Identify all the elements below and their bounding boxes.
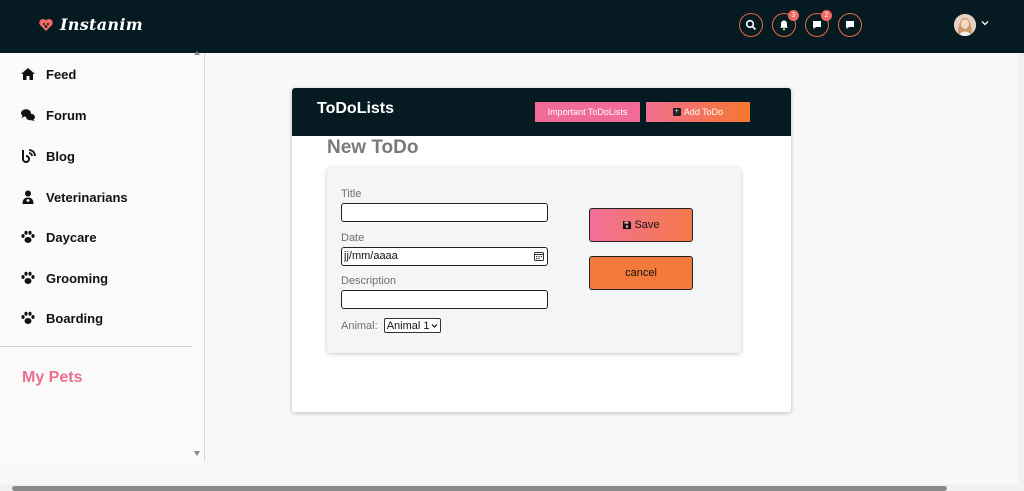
sidebar-item-daycare[interactable]: Daycare [20,227,97,247]
description-label: Description [341,275,397,287]
description-input[interactable] [341,290,548,309]
cancel-button[interactable]: cancel [589,256,693,290]
sidebar-item-veterinarians[interactable]: Veterinarians [20,187,128,207]
cancel-label: cancel [625,267,657,279]
sidebar-item-grooming[interactable]: Grooming [20,268,108,288]
chat-icon [813,21,821,29]
important-todolists-button[interactable]: Important ToDoLists [535,102,640,122]
floppy-disk-icon [623,221,632,229]
sidebar-item-label: Blog [46,148,75,164]
save-button[interactable]: Save [589,208,693,242]
date-input[interactable]: jj/mm/aaaa [341,247,548,266]
comments-icon [21,109,35,122]
save-label: Save [634,219,660,231]
search-button[interactable] [739,13,763,37]
paw-icon [21,311,35,324]
card-header: ToDoLists Important ToDoLists + Add ToDo [292,88,791,136]
todo-form: Title Date jj/mm/aaaa Description Animal… [327,167,741,353]
chevron-down-icon[interactable] [980,18,990,28]
paw-icon [21,271,35,284]
card-title: ToDoLists [317,100,395,117]
search-icon [745,19,757,31]
form-heading: New ToDo [327,137,419,158]
scroll-down-icon[interactable] [194,451,200,456]
blog-icon [22,149,36,163]
sidebar-item-label: Boarding [46,310,104,326]
sidebar-item-boarding[interactable]: Boarding [20,308,103,328]
paw-heart-logo-icon [39,18,53,31]
doctor-icon [22,190,34,204]
sidebar-item-label: Veterinarians [46,189,128,205]
message-icon [846,21,854,29]
sidebar-item-forum[interactable]: Forum [20,105,86,125]
calendar-icon[interactable] [534,251,544,261]
important-todolists-label: Important ToDoLists [547,107,628,117]
animal-row: Animal: Animal 1 [341,318,442,333]
title-label: Title [341,188,362,200]
notifications-button[interactable]: 3 [772,10,799,37]
brand[interactable]: Instanim [38,15,143,34]
animal-selected-value: Animal 1 [386,319,430,332]
sidebar: Feed Forum Blog Veterinarians Daycare Gr… [0,51,205,461]
sidebar-item-feed[interactable]: Feed [20,64,76,84]
animal-select[interactable]: Animal 1 [383,318,442,333]
title-input[interactable] [341,203,548,222]
add-todo-button[interactable]: + Add ToDo [646,102,750,122]
chat-badge: 2 [821,10,832,21]
animal-label: Animal: [341,319,378,332]
bell-icon [780,20,788,31]
vertical-scrollbar[interactable] [1018,53,1024,483]
paw-icon [21,230,35,243]
sidebar-item-label: Daycare [46,229,97,245]
messages-button[interactable] [838,13,862,37]
date-value: jj/mm/aaaa [344,250,398,262]
top-navbar: Instanim 3 2 [0,0,1024,53]
notifications-badge: 3 [788,10,799,21]
scroll-up-icon[interactable] [194,51,200,55]
sidebar-divider [0,346,192,347]
add-todo-label: Add ToDo [683,107,724,117]
my-pets-link[interactable]: My Pets [22,369,82,387]
horizontal-scrollbar-thumb[interactable] [12,486,947,491]
avatar[interactable] [954,14,976,36]
plus-square-icon: + [672,108,681,116]
brand-name: Instanim [60,15,143,34]
sidebar-item-label: Forum [46,107,87,123]
chevron-down-icon [432,324,438,328]
chat-button[interactable]: 2 [805,10,832,37]
sidebar-item-label: Feed [46,66,77,82]
sidebar-item-label: Grooming [46,270,109,286]
home-icon [21,68,35,80]
date-label: Date [341,232,365,244]
todo-card: ToDoLists Important ToDoLists + Add ToDo… [292,88,791,412]
user-avatar-icon [954,14,976,36]
sidebar-item-blog[interactable]: Blog [20,146,75,166]
